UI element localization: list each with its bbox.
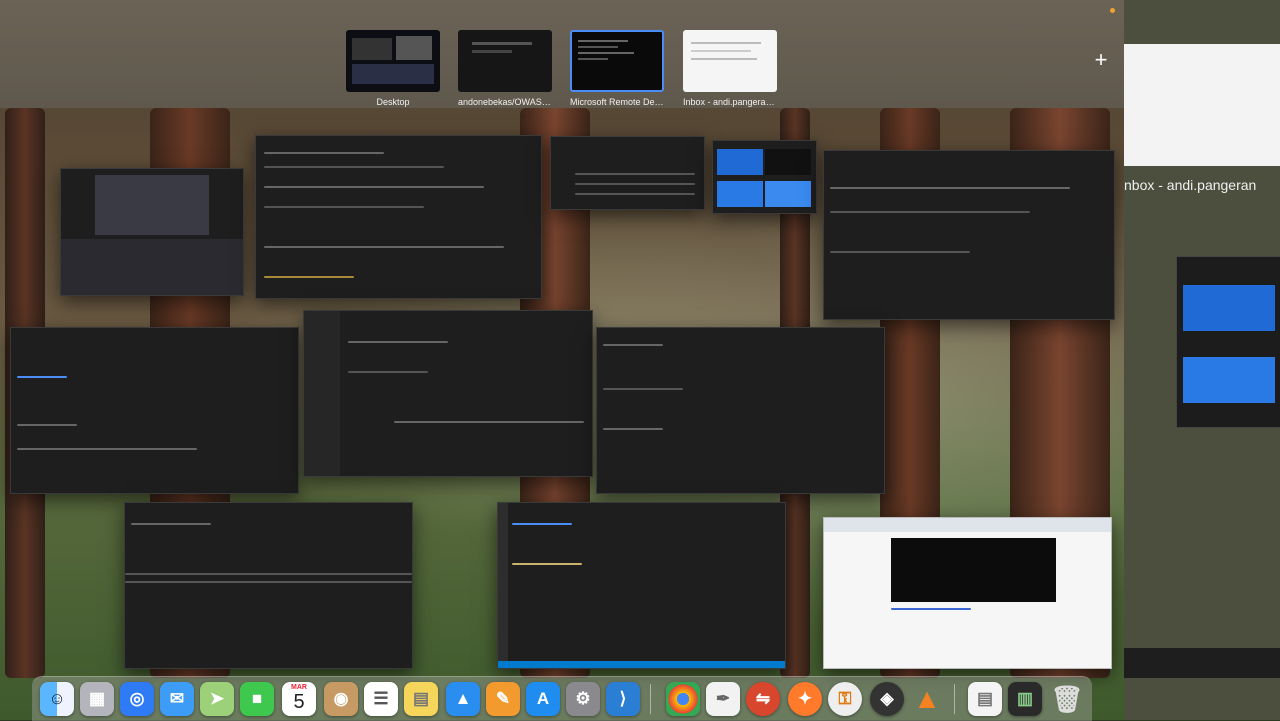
side-window[interactable]: nbox - andi.pangeran — [1124, 0, 1280, 720]
space-owasp[interactable]: andonebekas/OWASP-... — [458, 30, 552, 107]
finder-icon[interactable]: ☺ — [40, 682, 74, 716]
add-space-button[interactable]: + — [1091, 49, 1111, 71]
app-store-icon[interactable]: A — [526, 682, 560, 716]
window-editor-1[interactable] — [255, 135, 542, 299]
window-editor-2[interactable] — [303, 310, 593, 477]
mail-icon[interactable]: ✉ — [160, 682, 194, 716]
space-remote-desktop[interactable]: Microsoft Remote Des... — [570, 30, 664, 107]
window-terminal-4[interactable] — [124, 502, 413, 669]
window-terminal-3[interactable] — [596, 327, 885, 494]
remote-desktop-icon[interactable]: ⇋ — [746, 682, 780, 716]
space-label: Microsoft Remote Des... — [570, 97, 664, 107]
davinci-resolve-icon[interactable]: ◈ — [870, 682, 904, 716]
keynote-icon[interactable]: ▲ — [446, 682, 480, 716]
trash-icon[interactable]: 🗑 — [1050, 682, 1084, 716]
system-settings-icon[interactable]: ⚙ — [566, 682, 600, 716]
space-inbox[interactable]: Inbox - andi.pangeran... — [683, 30, 777, 107]
calendar-icon[interactable]: MAR 5 — [282, 682, 316, 716]
space-label: Desktop — [376, 97, 410, 107]
calendar-month: MAR — [291, 684, 307, 691]
maps-icon[interactable]: ➤ — [200, 682, 234, 716]
textedit-icon[interactable]: ✒ — [706, 682, 740, 716]
window-vscode[interactable] — [497, 502, 786, 669]
side-window-status-strip — [1124, 648, 1280, 678]
calendar-day: 5 — [293, 691, 305, 713]
pages-icon[interactable]: ✎ — [486, 682, 520, 716]
space-label: andonebekas/OWASP-... — [458, 97, 552, 107]
vlc-icon[interactable]: ▲ — [910, 682, 944, 716]
side-window-content — [1124, 44, 1280, 166]
vscode-icon[interactable]: ⟩ — [606, 682, 640, 716]
activity-monitor-icon[interactable]: ▥ — [1008, 682, 1042, 716]
window-terminal-1[interactable] — [823, 150, 1115, 320]
window-obs[interactable] — [60, 168, 244, 296]
space-label: Inbox - andi.pangeran... — [683, 97, 777, 107]
launchpad-icon[interactable]: ▦ — [80, 682, 114, 716]
chrome-icon[interactable] — [666, 682, 700, 716]
facetime-icon[interactable]: ■ — [240, 682, 274, 716]
space-thumbnail — [458, 30, 552, 92]
side-remote-desktop-window — [1176, 256, 1280, 428]
reminders-icon[interactable]: ☰ — [364, 682, 398, 716]
recording-indicator-dot — [1110, 8, 1115, 13]
dock-separator — [650, 684, 651, 714]
notes-icon[interactable]: ▤ — [404, 682, 438, 716]
window-chrome-docs[interactable] — [823, 517, 1112, 669]
safari-icon[interactable]: ◎ — [120, 682, 154, 716]
window-terminal-2[interactable] — [10, 327, 299, 494]
keychain-icon[interactable]: ⚿ — [828, 682, 862, 716]
dock-separator — [954, 684, 955, 714]
space-thumbnail — [683, 30, 777, 92]
window-finder[interactable] — [550, 136, 705, 210]
space-thumbnail — [570, 30, 664, 92]
side-window-title: nbox - andi.pangeran — [1124, 177, 1257, 193]
space-thumbnail — [346, 30, 440, 92]
contacts-icon[interactable]: ◉ — [324, 682, 358, 716]
document-icon[interactable]: ▤ — [968, 682, 1002, 716]
firefox-icon[interactable]: ✦ — [788, 682, 822, 716]
window-remote-desktop[interactable] — [712, 140, 817, 214]
space-desktop[interactable]: Desktop — [346, 30, 440, 107]
spaces-bar — [0, 0, 1124, 108]
